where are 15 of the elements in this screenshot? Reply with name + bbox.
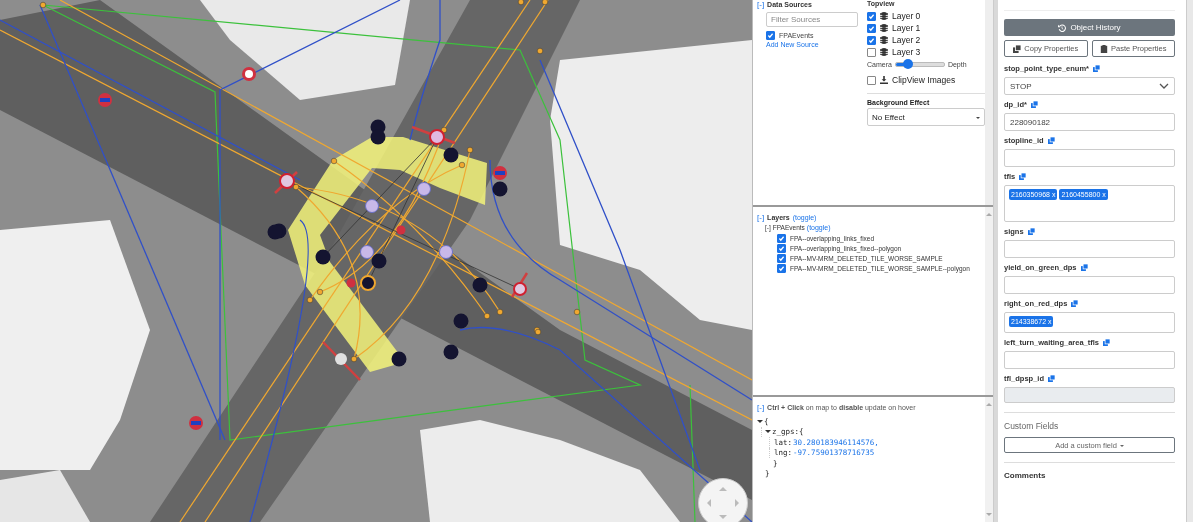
custom-fields-heading: Custom Fields: [1004, 421, 1060, 431]
collapse-toggle[interactable]: [-]: [757, 0, 765, 9]
object-history-button[interactable]: Object History: [1004, 19, 1175, 36]
clipview-label: ClipView Images: [892, 75, 956, 85]
collapse-toggle[interactable]: [-]: [757, 213, 765, 222]
comments-heading: Comments: [1004, 471, 1047, 480]
layer-label: Layer 0: [892, 11, 921, 21]
layer-label: Layer 3: [892, 47, 921, 57]
layer-label: Layer 2: [892, 35, 921, 45]
filter-sources-field[interactable]: Filter Sources: [766, 12, 858, 27]
background-effect-select[interactable]: No Effect: [867, 108, 985, 126]
text-field[interactable]: 228090182: [1004, 113, 1175, 131]
layer-label: Layer 1: [892, 23, 921, 33]
stop-type-select[interactable]: STOP: [1004, 77, 1175, 95]
collapse-toggle[interactable]: [-]: [757, 403, 765, 412]
